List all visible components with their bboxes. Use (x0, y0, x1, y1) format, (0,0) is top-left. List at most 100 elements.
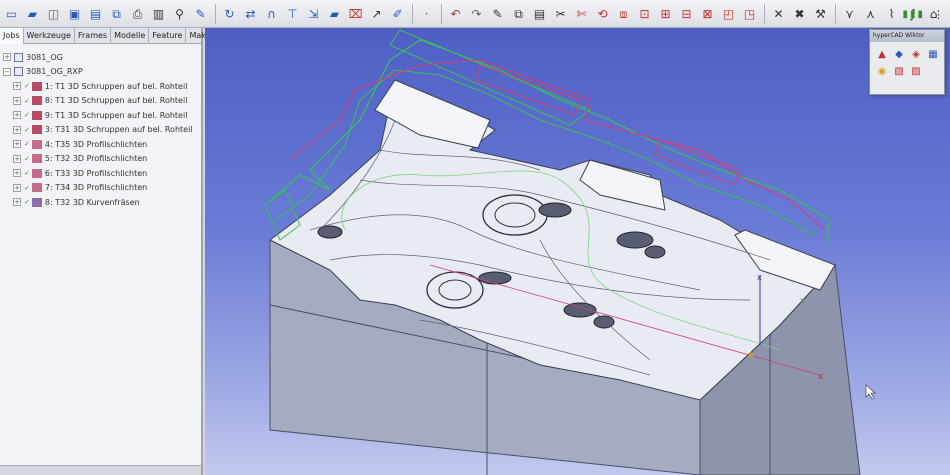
mirror-icon[interactable]: ⧈ (615, 5, 632, 22)
tree-item-label: 8: T32 3D Kurvenfräsen (44, 197, 140, 207)
cad-model-view: x x x ▲ (264, 29, 876, 475)
settings-icon[interactable]: ✎ (192, 5, 209, 22)
brush-icon[interactable]: ✐ (389, 5, 406, 22)
tree-item-job[interactable]: + ✓ 9: T1 3D Schruppen auf bel. Rohteil (0, 108, 201, 123)
expand-icon[interactable]: + (13, 125, 21, 134)
expand-icon[interactable]: + (13, 82, 21, 91)
slot-pocket (478, 271, 512, 285)
redo-icon[interactable]: ↷ (468, 5, 485, 22)
filter-icon[interactable]: ⋎ (841, 5, 858, 22)
print-icon[interactable]: ⎙ (129, 5, 146, 22)
pick-icon[interactable]: ↗ (368, 5, 385, 22)
tree-item-job[interactable]: + ✓ 8: T32 3D Kurvenfräsen (0, 195, 201, 210)
tree-item-label: 3081_OG (26, 52, 63, 62)
tree-item-job[interactable]: + ✓ 6: T33 3D Profilschlichten (0, 166, 201, 181)
expand-icon[interactable]: + (3, 53, 11, 62)
array-icon[interactable]: ⊠ (699, 5, 716, 22)
job-tree-panel: Jobs Werkzeuge Frames Modelle Feature Ma… (0, 28, 223, 475)
tab-feature[interactable]: Feature (149, 28, 187, 44)
expand-icon[interactable]: + (13, 96, 21, 105)
cross-icon[interactable]: ✕ (770, 5, 787, 22)
sync-icon[interactable]: ⇄ (242, 5, 259, 22)
refresh-icon[interactable]: ↻ (221, 5, 238, 22)
pointer-icon[interactable]: ⇲ (305, 5, 322, 22)
tree-item-job[interactable]: + ✓ 5: T32 3D Profilschlichten (0, 152, 201, 167)
new-file-icon[interactable]: ▭ (3, 5, 20, 22)
rotate-icon[interactable]: ⟲ (594, 5, 611, 22)
scale-icon[interactable]: ⊡ (636, 5, 653, 22)
copy-icon[interactable]: ⧉ (510, 5, 527, 22)
tree-item-label: 6: T33 3D Profilschlichten (44, 168, 148, 178)
dot-icon[interactable]: · (418, 5, 435, 22)
cube-icon[interactable]: ◉ (875, 64, 889, 78)
folder-icon[interactable]: ▰ (326, 5, 343, 22)
expand-icon[interactable]: + (13, 183, 21, 192)
roughing-op-icon (31, 96, 42, 106)
expand-icon[interactable]: + (13, 154, 21, 163)
tree-item-label: 8: T1 3D Schruppen auf bel. Rohteil (44, 96, 188, 106)
wire-icon[interactable]: ◈ (909, 47, 923, 61)
tool-icon[interactable]: ⊤ (284, 5, 301, 22)
layer-icon[interactable]: ▦ (926, 47, 940, 61)
align-icon[interactable]: ⊟ (678, 5, 695, 22)
finishing-op-icon (31, 139, 42, 149)
tree-item-project[interactable]: − 3081_OG_RXP (0, 65, 201, 80)
solid-icon[interactable]: ⧗ (946, 5, 950, 22)
cross-select-icon[interactable]: ✖ (791, 5, 808, 22)
undo-icon[interactable]: ↶ (447, 5, 464, 22)
tree-item-job[interactable]: + ✓ 1: T1 3D Schruppen auf bel. Rohteil (0, 79, 201, 94)
tree-item-job[interactable]: + ✓ 4: T35 3D Profilschlichten (0, 137, 201, 152)
expand-icon[interactable]: + (13, 169, 21, 178)
shade-icon[interactable]: ◆ (892, 47, 906, 61)
tools-icon[interactable]: ⚒ (812, 5, 829, 22)
cut-icon[interactable]: ✂ (552, 5, 569, 22)
measure-icon[interactable]: ⌧ (347, 5, 364, 22)
expand-icon[interactable]: + (13, 140, 21, 149)
clip-icon[interactable]: ▧ (892, 64, 906, 78)
search-icon[interactable]: ⚲ (171, 5, 188, 22)
main-toolbar: ▭ ▰ ◫ ▣ ▤ ⧉ ⎙ ▥ ⚲ ✎ ↻ ⇄ ∩ ⊤ ⇲ ▰ ⌧ ↗ ✐ · … (0, 0, 950, 28)
view-icon[interactable]: ▲ (875, 47, 889, 61)
floating-window-title[interactable]: hyperCAD Wiktor (870, 30, 944, 42)
open-folder-icon[interactable]: ▰ (24, 5, 41, 22)
tree-item-job[interactable]: + ✓ 7: T34 3D Profilschlichten (0, 181, 201, 196)
save-all-icon[interactable]: ▤ (87, 5, 104, 22)
export-icon[interactable]: ⧉ (108, 5, 125, 22)
point-icon[interactable]: ⌇ (883, 5, 900, 22)
trim-icon[interactable]: ◰ (720, 5, 737, 22)
filter-alt-icon[interactable]: ⋏ (862, 5, 879, 22)
toolbar-separator (441, 3, 442, 24)
floating-tool-window[interactable]: hyperCAD Wiktor ▲ ◆ ◈ ▦ ◉ ▧ ▨ (869, 29, 945, 95)
paste-icon[interactable]: ▤ (531, 5, 548, 22)
tree-item-project[interactable]: + 3081_OG (0, 50, 201, 65)
axis-x-marker: x (818, 372, 824, 382)
save-icon[interactable]: ▣ (66, 5, 83, 22)
tab-frames[interactable]: Frames (75, 28, 112, 44)
magnet-icon[interactable]: ∩ (263, 5, 280, 22)
offset-icon[interactable]: ⊞ (657, 5, 674, 22)
slot-pocket (593, 315, 615, 329)
tab-modelle[interactable]: Modelle (111, 28, 150, 44)
panel-tabs: Jobs Werkzeuge Frames Modelle Feature Ma… (0, 28, 223, 44)
expand-icon[interactable]: + (13, 111, 21, 120)
edit-icon[interactable]: ✎ (489, 5, 506, 22)
finishing-op-icon (31, 168, 42, 178)
print-preview-icon[interactable]: ▥ (150, 5, 167, 22)
tab-jobs[interactable]: Jobs (0, 28, 24, 44)
toolbar-status-area: ▮▮▮ ⋮ (902, 5, 944, 23)
extend-icon[interactable]: ◳ (741, 5, 758, 22)
axis-y-marker: x (800, 296, 805, 305)
tree-item-label: 5: T32 3D Profilschlichten (44, 154, 148, 164)
collapse-icon[interactable]: − (3, 67, 11, 76)
floating-window-icons: ▲ ◆ ◈ ▦ ◉ ▧ ▨ (870, 42, 944, 83)
expand-icon[interactable]: + (13, 198, 21, 207)
tab-werkzeuge[interactable]: Werkzeuge (24, 28, 75, 44)
tree-item-job[interactable]: + ✓ 8: T1 3D Schruppen auf bel. Rohteil (0, 94, 201, 109)
tree-item-job[interactable]: + ✓ 3: T31 3D Schruppen auf bel. Rohteil (0, 123, 201, 138)
delete-icon[interactable]: ✄ (573, 5, 590, 22)
tree-item-label: 4: T35 3D Profilschlichten (44, 139, 148, 149)
3d-viewport[interactable]: x x x ▲ (205, 28, 950, 475)
open-recent-icon[interactable]: ◫ (45, 5, 62, 22)
status-check-icon: ✓ (24, 154, 30, 163)
hide-icon[interactable]: ▨ (909, 64, 923, 78)
